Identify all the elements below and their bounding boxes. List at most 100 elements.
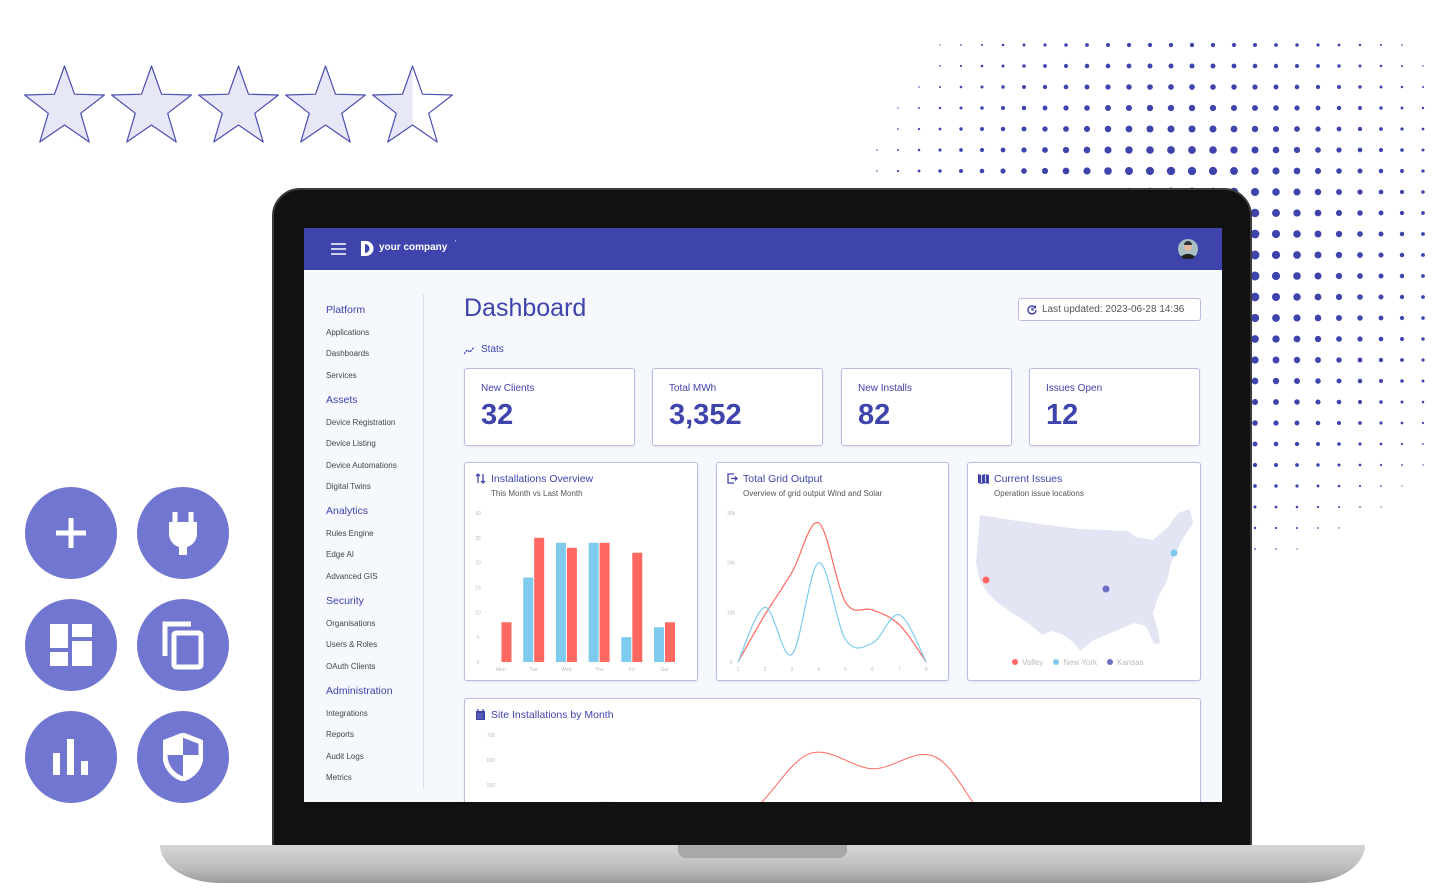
sidebar-item[interactable]: Advanced GIS	[326, 572, 378, 581]
sidebar-item[interactable]: Audit Logs	[326, 752, 364, 761]
dot	[1125, 125, 1133, 133]
dot	[1421, 379, 1425, 383]
dot	[1337, 484, 1341, 488]
dot	[1295, 505, 1299, 509]
dot	[1336, 420, 1342, 426]
dot	[1021, 168, 1027, 174]
user-avatar[interactable]	[1178, 239, 1198, 259]
dot	[1336, 168, 1342, 174]
dot	[1253, 43, 1257, 47]
sidebar-item[interactable]: Edge AI	[326, 550, 354, 559]
stat-card: New Installs 82	[841, 368, 1012, 446]
dot	[1252, 63, 1258, 69]
stat-value: 82	[858, 399, 891, 431]
dot	[938, 85, 942, 89]
dot	[1379, 463, 1383, 467]
sidebar-item[interactable]: Device Registration	[326, 418, 395, 427]
sidebar-item[interactable]: Device Listing	[326, 439, 376, 448]
issue-marker-valley[interactable]	[982, 576, 990, 584]
dot	[1357, 231, 1363, 237]
dot	[1209, 104, 1217, 112]
issue-marker-new-york[interactable]	[1170, 549, 1178, 557]
feature-shield	[137, 711, 229, 803]
dot	[1000, 168, 1006, 174]
dot	[1021, 105, 1027, 111]
dot	[1105, 42, 1111, 48]
sidebar-section-security[interactable]: Security	[326, 595, 364, 607]
dot	[1378, 231, 1384, 237]
dot	[1399, 336, 1405, 342]
menu-icon[interactable]	[331, 243, 346, 255]
dot	[1001, 106, 1005, 110]
dot	[1188, 125, 1196, 133]
x-tick-label: Tue	[529, 667, 538, 673]
dot	[1378, 252, 1384, 258]
dot	[1379, 85, 1383, 89]
sidebar-item[interactable]: Device Automations	[326, 461, 397, 470]
dot	[1400, 64, 1404, 68]
dot	[1421, 85, 1425, 89]
laptop-notch	[678, 845, 847, 858]
dot	[1378, 168, 1384, 174]
total-grid-output-card: Total Grid Output Overview of grid outpu…	[716, 462, 949, 681]
dot	[1021, 147, 1027, 153]
trending-icon	[464, 346, 475, 355]
dot	[1254, 548, 1256, 550]
dot	[1001, 43, 1005, 47]
issue-marker-kansas[interactable]	[1102, 585, 1110, 593]
dot	[1379, 64, 1383, 68]
dot	[1042, 84, 1048, 90]
dot	[1400, 421, 1404, 425]
dot	[1042, 126, 1048, 132]
bar-chart-icon	[53, 739, 88, 775]
sidebar-item[interactable]: Metrics	[326, 773, 352, 782]
dot	[1379, 43, 1383, 47]
dot	[1062, 146, 1070, 154]
sidebar-item[interactable]: Integrations	[326, 709, 368, 718]
dot	[1274, 505, 1278, 509]
dot	[1083, 167, 1091, 175]
dot	[1084, 84, 1090, 90]
dot	[980, 64, 984, 68]
sidebar-item[interactable]: Rules Engine	[326, 529, 374, 538]
sidebar-item[interactable]: Dashboards	[326, 349, 369, 358]
dot	[1400, 400, 1404, 404]
sidebar-item[interactable]: Digital Twins	[326, 482, 371, 491]
dot	[1001, 64, 1005, 68]
dot	[1125, 104, 1133, 112]
dot	[1400, 379, 1404, 383]
feature-dashboard	[25, 599, 117, 691]
dot	[938, 127, 942, 131]
dot	[1294, 126, 1300, 132]
sidebar-item[interactable]: Applications	[326, 328, 369, 337]
sidebar-item[interactable]: OAuth Clients	[326, 662, 375, 671]
dot	[1335, 272, 1343, 280]
last-updated-badge[interactable]: Last updated: 2023-06-28 14:36	[1018, 298, 1201, 321]
sidebar-item[interactable]: Services	[326, 371, 357, 380]
dot	[1251, 377, 1259, 385]
dot	[1273, 441, 1279, 447]
dot	[1189, 84, 1195, 90]
sidebar-section-administration[interactable]: Administration	[326, 685, 393, 697]
dot	[1146, 125, 1154, 133]
sidebar-section-platform[interactable]: Platform	[326, 304, 365, 316]
sidebar-item[interactable]: Organisations	[326, 619, 375, 628]
sidebar-section-assets[interactable]: Assets	[326, 394, 358, 406]
dot	[1336, 336, 1342, 342]
sidebar-section-analytics[interactable]: Analytics	[326, 505, 368, 517]
dot	[1337, 64, 1341, 68]
feature-bar-chart	[25, 711, 117, 803]
last-updated-text: Last updated: 2023-06-28 14:36	[1042, 304, 1185, 315]
x-tick-label: Thu	[595, 667, 604, 673]
dot	[1378, 210, 1384, 216]
series-line	[594, 751, 974, 802]
dot	[1272, 188, 1280, 196]
dot	[1401, 464, 1403, 466]
sidebar-item[interactable]: Users & Roles	[326, 640, 377, 649]
top-bar: your company '	[304, 228, 1222, 270]
x-tick-label: 3	[790, 667, 793, 673]
dot	[1209, 146, 1217, 154]
dot	[1083, 146, 1091, 154]
company-name[interactable]: your company	[379, 242, 447, 253]
sidebar-item[interactable]: Reports	[326, 730, 354, 739]
